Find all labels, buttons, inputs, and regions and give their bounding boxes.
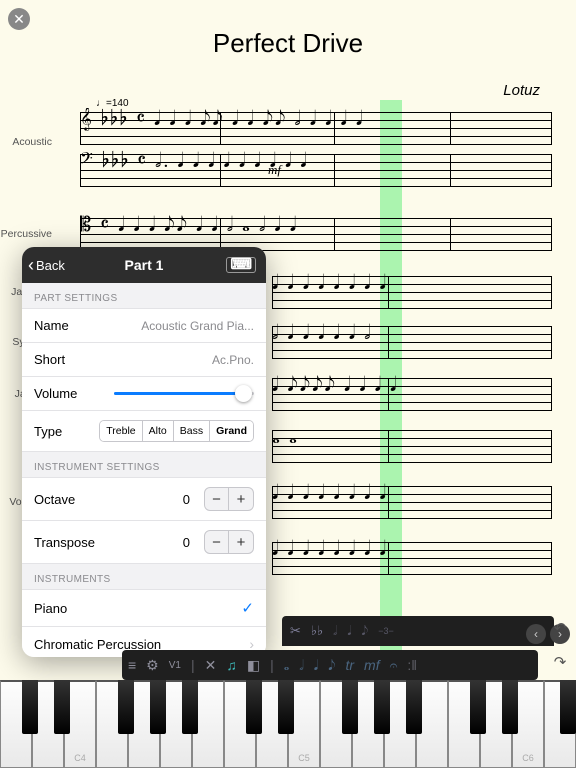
dynamic-icon[interactable]: mf [364,657,380,673]
divider-icon: | [191,657,195,673]
black-key[interactable] [182,680,198,734]
piano-keyboard[interactable]: C4 C5 C6 [0,680,576,768]
black-key[interactable] [118,680,134,734]
black-key[interactable] [470,680,486,734]
black-key[interactable] [374,680,390,734]
minus-button[interactable]: − [205,531,229,553]
track-label: Acoustic [0,136,52,148]
close-button[interactable]: ✕ [8,8,30,30]
staff-notes[interactable]: 𝄢 ♭♭♭ 𝄴 𝅗𝅥. 𝅘𝅥 𝅘𝅥 𝅘𝅥 𝅘𝅥 𝅘𝅥 𝅘𝅥 𝅘𝅥 𝅘𝅥 𝅘𝅥 [80,150,552,190]
composer-name: Lotuz [503,82,540,99]
close-tool-icon[interactable]: ✕ [205,657,217,674]
eighth-note-icon[interactable]: 𝅘𝅥𝅮 [361,623,368,639]
eighth-note-icon[interactable]: 𝅘𝅥𝅮 [328,657,335,674]
instrument-piano[interactable]: Piano ✓ [22,589,266,627]
type-segmented[interactable]: Treble Alto Bass Grand [99,420,254,442]
name-value: Acoustic Grand Pia... [141,319,254,333]
seg-grand[interactable]: Grand [210,421,253,441]
staff-notes[interactable]: 𝅘𝅥 𝅘𝅥 𝅘𝅥 𝅘𝅥 𝅘𝅥 𝅘𝅥 𝅘𝅥 𝅘𝅥 [272,482,552,522]
triplet-icon[interactable]: −3− [378,626,394,636]
row-label: Name [34,318,69,333]
type-row: Type Treble Alto Bass Grand [22,411,266,452]
trill-icon[interactable]: tr [345,657,354,673]
row-label: Type [34,424,62,439]
prev-button[interactable]: ‹ [526,624,546,644]
plus-button[interactable]: + [229,531,253,553]
name-row[interactable]: Name Acoustic Grand Pia... [22,308,266,343]
staff-notes[interactable]: 𝅘𝅥 𝅘𝅥 𝅘𝅥 𝅘𝅥 𝅘𝅥 𝅘𝅥 𝅘𝅥 𝅘𝅥 [272,272,552,312]
instrument-label: Piano [34,601,67,616]
eraser-icon[interactable]: ◧ [247,657,260,674]
octave-row: Octave 0 −+ [22,477,266,521]
black-key[interactable] [560,680,576,734]
staff-notes[interactable]: 𝅗𝅥 𝅘𝅥 𝅘𝅥 𝅘𝅥 𝅘𝅥 𝅘𝅥 𝅗𝅥 [272,322,552,362]
fermata-icon[interactable]: 𝄐 [390,657,398,674]
volume-slider[interactable] [114,392,254,395]
keyboard-icon[interactable]: ⌨ [226,257,256,273]
staff-notes[interactable]: 𝄞 ♭♭♭ 𝄴 𝅘𝅥 𝅘𝅥 𝅘𝅥 𝅘𝅥𝅮𝅘𝅥𝅮 𝅘𝅥 𝅘𝅥 𝅘𝅥𝅮𝅘𝅥𝅮 𝅗𝅥 … [80,108,552,148]
octave-value: 0 [183,492,190,507]
note-toolbar: ✂ ♭♭ 𝅗𝅥 𝅘𝅥 𝅘𝅥𝅮 −3− [282,616,554,646]
redo-button[interactable]: ↷ [548,650,572,674]
staff-notes[interactable]: 𝅝 𝅝 [272,426,552,466]
volume-row: Volume [22,377,266,411]
back-label: Back [36,258,65,273]
black-key[interactable] [54,680,70,734]
black-key[interactable] [342,680,358,734]
black-key[interactable] [406,680,422,734]
row-label: Octave [34,492,75,507]
transpose-value: 0 [183,535,190,550]
transpose-stepper[interactable]: −+ [204,530,254,554]
section-header: INSTRUMENTS [22,564,266,589]
track-label: Percussive [0,228,52,240]
short-value: Ac.Pno. [212,353,254,367]
list-icon[interactable]: ≡ [128,657,136,673]
transpose-row: Transpose 0 −+ [22,521,266,564]
row-label: Volume [34,386,77,401]
part-settings-popover: ‹Back Part 1 ⌨ PART SETTINGS Name Acoust… [22,247,266,657]
section-header: PART SETTINGS [22,283,266,308]
plus-button[interactable]: + [229,488,253,510]
black-key[interactable] [22,680,38,734]
octave-stepper[interactable]: −+ [204,487,254,511]
settings-icon[interactable]: ⚙ [146,657,159,674]
black-key[interactable] [502,680,518,734]
chord-icon[interactable]: ♫ [226,657,237,673]
seg-treble[interactable]: Treble [100,421,142,441]
undo-button[interactable]: ↶ [548,616,572,640]
check-icon: ✓ [241,599,254,617]
divider-icon: | [270,657,274,673]
staff-notes[interactable]: 𝅘𝅥 𝅘𝅥 𝅘𝅥 𝅘𝅥 𝅘𝅥 𝅘𝅥 𝅘𝅥 𝅘𝅥 [272,538,552,578]
key-label: C4 [74,753,86,763]
black-key[interactable] [278,680,294,734]
cut-icon[interactable]: ✂ [290,623,301,639]
seg-bass[interactable]: Bass [174,421,210,441]
chevron-left-icon: ‹ [28,255,34,276]
staff-notes[interactable]: 𝅘𝅥 𝅘𝅥𝅮𝅘𝅥𝅮𝅘𝅥𝅮𝅘𝅥𝅮 𝅘𝅥 𝅘𝅥 𝅘𝅥 𝅘𝅥 [272,374,552,414]
key-label: C5 [298,753,310,763]
black-key[interactable] [246,680,262,734]
short-row[interactable]: Short Ac.Pno. [22,343,266,377]
song-title: Perfect Drive [0,28,576,59]
half-note-icon[interactable]: 𝅗𝅥 [333,623,337,639]
flat-icon[interactable]: ♭♭ [311,623,323,639]
half-note-icon[interactable]: 𝅗𝅥 [299,657,303,674]
black-key[interactable] [150,680,166,734]
seg-alto[interactable]: Alto [143,421,174,441]
repeat-icon[interactable]: :‖ [407,657,417,673]
popover-header: ‹Back Part 1 ⌨ [22,247,266,283]
v1-icon[interactable]: V1 [169,660,181,671]
whole-note-icon[interactable]: 𝅝 [284,657,290,674]
minus-button[interactable]: − [205,488,229,510]
row-label: Transpose [34,535,95,550]
row-label: Short [34,352,65,367]
main-toolbar: ≡ ⚙ V1 | ✕ ♫ ◧ | 𝅝 𝅗𝅥 𝅘𝅥 𝅘𝅥𝅮 tr mf 𝄐 :‖ [122,650,538,680]
back-button[interactable]: ‹Back [28,255,65,276]
section-header: INSTRUMENT SETTINGS [22,452,266,477]
popover-title: Part 1 [125,257,164,273]
quarter-note-icon[interactable]: 𝅘𝅥 [314,657,318,674]
quarter-note-icon[interactable]: 𝅘𝅥 [347,623,351,639]
key-label: C6 [522,753,534,763]
